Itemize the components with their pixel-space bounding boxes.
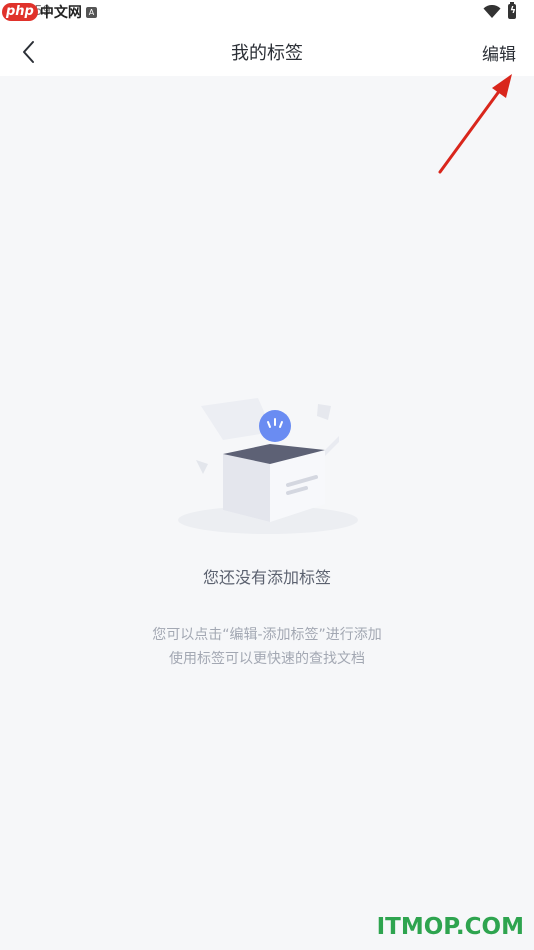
watermark-logo: php 中文网	[2, 1, 82, 23]
status-bar: :59 php 中文网 A ϟ	[0, 0, 534, 26]
battery-icon: ϟ	[508, 2, 516, 19]
screen: :59 php 中文网 A ϟ 我的标签 编辑 您还没有添加标签 您可以点击“编…	[0, 0, 534, 950]
watermark-logo-text: 中文网	[39, 5, 82, 21]
annotation-arrow-icon	[438, 74, 512, 174]
page-title: 我的标签	[231, 43, 303, 64]
open-box-illustration	[178, 398, 358, 534]
empty-state-description-line2: 使用标签可以更快速的查找文档	[169, 651, 365, 667]
site-watermark: ITMOP.COM	[376, 914, 524, 940]
edit-button[interactable]: 编辑	[482, 40, 516, 65]
watermark-logo-php: php	[2, 3, 38, 21]
empty-state-title: 您还没有添加标签	[202, 568, 331, 587]
wifi-icon	[483, 5, 501, 18]
notification-icon: A	[86, 7, 97, 18]
empty-state-description-line1: 您可以点击“编辑-添加标签”进行添加	[152, 627, 382, 643]
nav-bar: 我的标签 编辑	[0, 26, 534, 76]
